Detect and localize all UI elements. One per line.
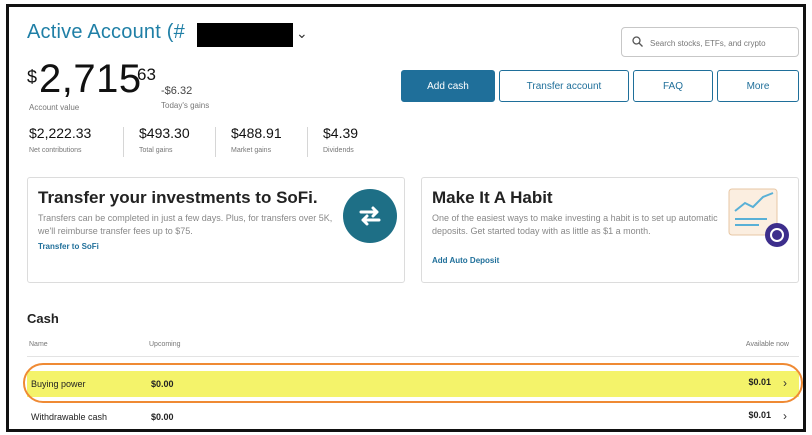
account-value-label: Account value — [29, 103, 80, 112]
transfer-to-sofi-link[interactable]: Transfer to SoFi — [38, 242, 99, 251]
row-available: $0.01 — [748, 377, 771, 387]
faq-button[interactable]: FAQ — [633, 70, 713, 102]
column-header-available: Available now — [745, 341, 789, 348]
app-frame: Active Account (# ⌄ $ 2,715 63 Account v… — [6, 4, 806, 432]
stat-value: $488.91 — [231, 125, 282, 141]
stat-label: Market gains — [231, 147, 272, 154]
divider — [27, 356, 799, 357]
card-body: Transfers can be completed in just a few… — [38, 213, 333, 236]
table-row-withdrawable-cash[interactable]: Withdrawable cash $0.00 $0.01 › — [27, 404, 799, 429]
row-upcoming: $0.00 — [151, 379, 174, 389]
todays-gains-value: -$6.32 — [161, 85, 193, 97]
stat-dividends: $4.39 Dividends — [323, 125, 358, 154]
cash-section-title: Cash — [27, 311, 59, 326]
stat-market-gains: $488.91 Market gains — [231, 125, 282, 154]
divider — [215, 127, 216, 157]
row-upcoming: $0.00 — [151, 412, 174, 422]
column-header-upcoming: Upcoming — [149, 341, 181, 348]
card-body: One of the easiest ways to make investin… — [432, 213, 718, 236]
row-available: $0.01 — [748, 410, 771, 420]
add-cash-button[interactable]: Add cash — [401, 70, 495, 102]
stat-label: Net contributions — [29, 147, 82, 154]
currency-symbol: $ — [27, 67, 38, 87]
todays-gains-label: Today's gains — [161, 101, 210, 110]
chart-document-icon — [727, 187, 791, 249]
divider — [307, 127, 308, 157]
redacted-account-number — [197, 23, 293, 47]
card-title: Transfer your investments to SoFi. — [38, 188, 318, 207]
transfer-account-button[interactable]: Transfer account — [499, 70, 629, 102]
stat-label: Total gains — [139, 147, 173, 154]
row-name: Buying power — [31, 379, 86, 389]
row-name: Withdrawable cash — [31, 412, 108, 422]
card-title: Make It A Habit — [432, 188, 553, 207]
search-input[interactable] — [650, 34, 794, 52]
add-auto-deposit-link[interactable]: Add Auto Deposit — [432, 256, 499, 265]
search-icon — [632, 36, 643, 47]
column-header-name: Name — [29, 341, 48, 348]
divider — [123, 127, 124, 157]
stat-value: $4.39 — [323, 125, 359, 141]
stat-value: $493.30 — [139, 125, 190, 141]
account-value-cents: 63 — [137, 65, 156, 84]
account-value-whole: 2,715 — [39, 57, 142, 101]
stat-value: $2,222.33 — [29, 125, 92, 141]
chevron-down-icon[interactable]: ⌄ — [296, 25, 308, 42]
chevron-right-icon[interactable]: › — [783, 409, 787, 423]
stat-total-gains: $493.30 Total gains — [139, 125, 190, 154]
chevron-right-icon[interactable]: › — [783, 376, 787, 390]
more-button[interactable]: More — [717, 70, 799, 102]
swap-arrows-icon-glyph — [359, 206, 381, 226]
stat-label: Dividends — [323, 147, 354, 154]
stat-net-contributions: $2,222.33 Net contributions — [29, 125, 91, 154]
swap-arrows-icon[interactable] — [343, 189, 397, 243]
search-box[interactable] — [621, 27, 799, 57]
account-title[interactable]: Active Account (# — [27, 21, 185, 44]
table-row-buying-power[interactable]: Buying power $0.00 $0.01 › — [27, 371, 799, 397]
